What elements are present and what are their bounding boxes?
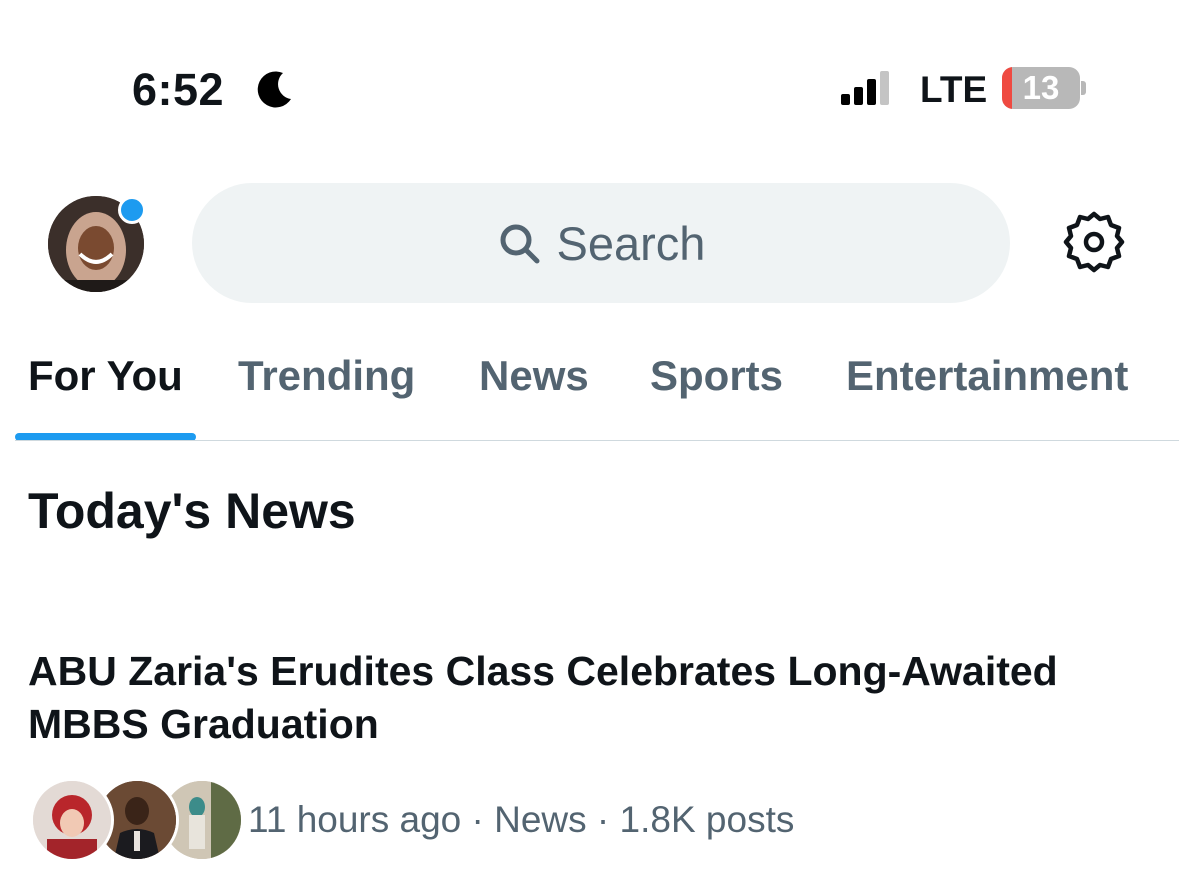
news-headline[interactable]: ABU Zaria's Erudites Class Celebrates Lo… bbox=[28, 645, 1148, 751]
section-title: Today's News bbox=[28, 483, 356, 539]
battery-percent: 13 bbox=[1022, 69, 1060, 106]
tab-sports[interactable]: Sports bbox=[650, 350, 783, 402]
tab-news[interactable]: News bbox=[479, 350, 589, 402]
search-bar[interactable]: Search bbox=[192, 183, 1010, 303]
tab-for-you[interactable]: For You bbox=[28, 350, 183, 402]
notification-dot bbox=[118, 196, 146, 224]
moon-icon bbox=[257, 71, 291, 108]
tab-divider bbox=[15, 440, 1179, 441]
search-icon bbox=[500, 224, 540, 264]
status-time: 6:52 bbox=[132, 64, 225, 115]
gear-icon[interactable] bbox=[1062, 210, 1126, 274]
search-placeholder: Search bbox=[556, 216, 706, 270]
signal-icon bbox=[841, 71, 889, 105]
network-type: LTE bbox=[920, 69, 988, 110]
avatar bbox=[30, 778, 114, 862]
battery-nub bbox=[1081, 81, 1086, 95]
tab-bar: For You Trending News Sports Entertainme… bbox=[0, 340, 1179, 440]
tab-entertainment[interactable]: Entertainment bbox=[846, 350, 1128, 402]
tab-trending[interactable]: Trending bbox=[238, 350, 415, 402]
story-meta: 11 hours ago · News · 1.8K posts bbox=[248, 799, 795, 840]
battery-icon: 13 bbox=[1002, 67, 1080, 109]
post-avatars bbox=[30, 778, 244, 862]
